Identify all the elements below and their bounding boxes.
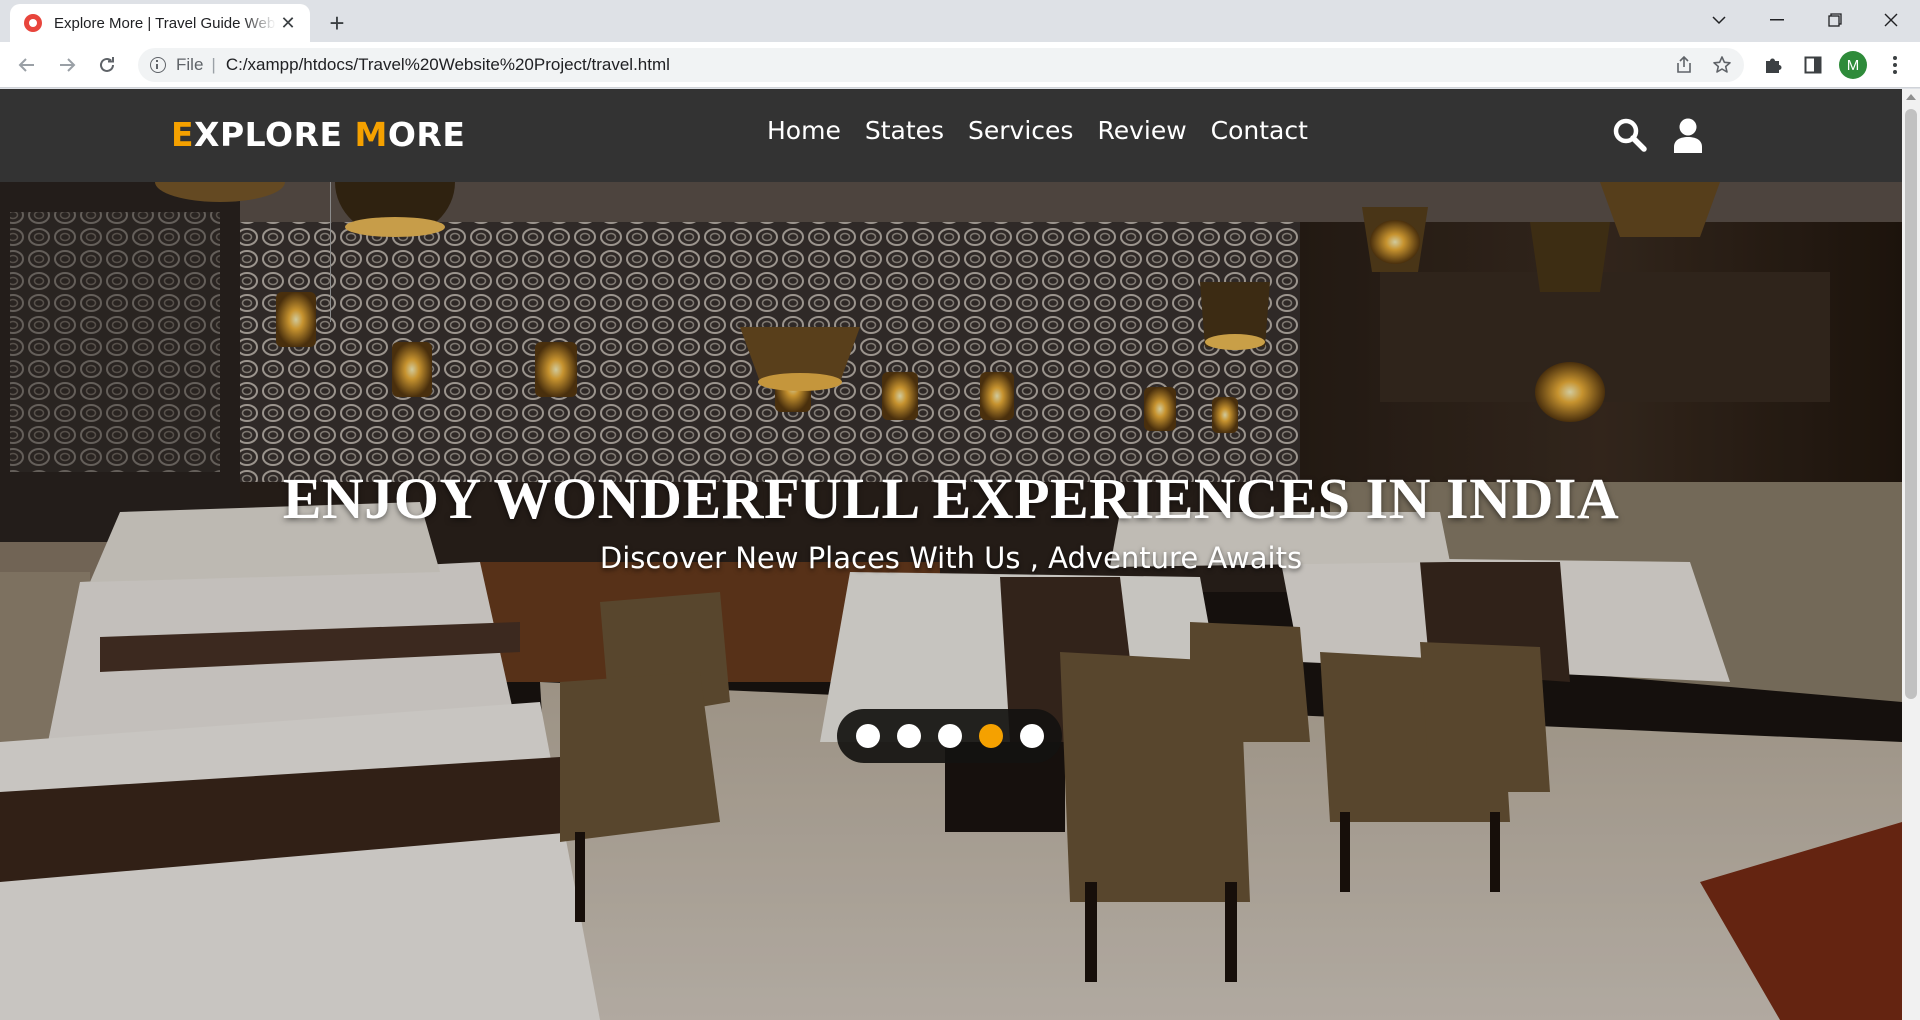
slider-dot-4[interactable] xyxy=(978,724,1003,748)
forward-arrow-icon[interactable] xyxy=(52,50,82,80)
minimize-window-button[interactable] xyxy=(1748,0,1806,40)
site-favicon-icon xyxy=(24,14,42,32)
slider-dot-1[interactable] xyxy=(855,724,880,748)
slider-dot-5[interactable] xyxy=(1019,724,1044,748)
nav-services-link[interactable]: Services xyxy=(968,116,1073,145)
user-icon[interactable] xyxy=(1672,117,1708,153)
slider-dots xyxy=(837,709,1062,763)
share-icon[interactable] xyxy=(1672,53,1696,77)
tab-search-icon[interactable] xyxy=(1690,0,1748,40)
nav-states-link[interactable]: States xyxy=(865,116,944,145)
close-window-button[interactable] xyxy=(1862,0,1920,40)
browser-tab[interactable]: Explore More | Travel Guide Website ✕ xyxy=(10,4,310,42)
extensions-puzzle-icon[interactable] xyxy=(1758,50,1788,80)
close-tab-icon[interactable]: ✕ xyxy=(278,13,298,33)
scrollbar-thumb[interactable] xyxy=(1905,109,1917,699)
address-bar[interactable]: File | C:/xampp/htdocs/Travel%20Website%… xyxy=(138,48,1744,82)
new-tab-button[interactable]: + xyxy=(322,8,352,38)
hero-title: ENJOY WONDERFULL EXPERIENCES IN INDIA xyxy=(282,466,1620,531)
slider-dot-2[interactable] xyxy=(896,724,921,748)
hero-subtitle: Discover New Places With Us , Adventure … xyxy=(599,541,1303,575)
site-header: EXPLORE MORE Home States Services Review… xyxy=(0,89,1902,182)
scroll-up-arrow-icon[interactable] xyxy=(1906,94,1916,100)
site-info-icon[interactable] xyxy=(150,57,166,73)
hero-slide-image xyxy=(0,182,1902,1020)
nav-review-link[interactable]: Review xyxy=(1097,116,1186,145)
page-viewport: EXPLORE MORE Home States Services Review… xyxy=(0,89,1920,1020)
search-icon[interactable] xyxy=(1612,117,1648,153)
reload-icon[interactable] xyxy=(92,50,122,80)
slider-dot-3[interactable] xyxy=(937,724,962,748)
back-arrow-icon[interactable] xyxy=(12,50,42,80)
profile-avatar[interactable]: M xyxy=(1839,51,1867,79)
browser-toolbar: File | C:/xampp/htdocs/Travel%20Website%… xyxy=(0,42,1920,88)
page-scrollbar[interactable] xyxy=(1902,89,1920,1020)
site-nav: Home States Services Review Contact xyxy=(767,116,1308,145)
tab-title: Explore More | Travel Guide Website xyxy=(54,14,276,32)
nav-home-link[interactable]: Home xyxy=(767,116,841,145)
bookmark-star-icon[interactable] xyxy=(1710,53,1734,77)
url-separator: | xyxy=(211,55,216,74)
more-menu-icon[interactable] xyxy=(1880,50,1910,80)
tab-strip: Explore More | Travel Guide Website ✕ + xyxy=(0,0,1920,42)
url-text[interactable]: C:/xampp/htdocs/Travel%20Website%20Proje… xyxy=(226,55,670,75)
nav-contact-link[interactable]: Contact xyxy=(1211,116,1308,145)
restore-window-button[interactable] xyxy=(1806,0,1864,40)
side-panel-icon[interactable] xyxy=(1798,50,1828,80)
site-logo[interactable]: EXPLORE MORE xyxy=(171,115,465,154)
url-scheme-label: File xyxy=(176,55,204,74)
